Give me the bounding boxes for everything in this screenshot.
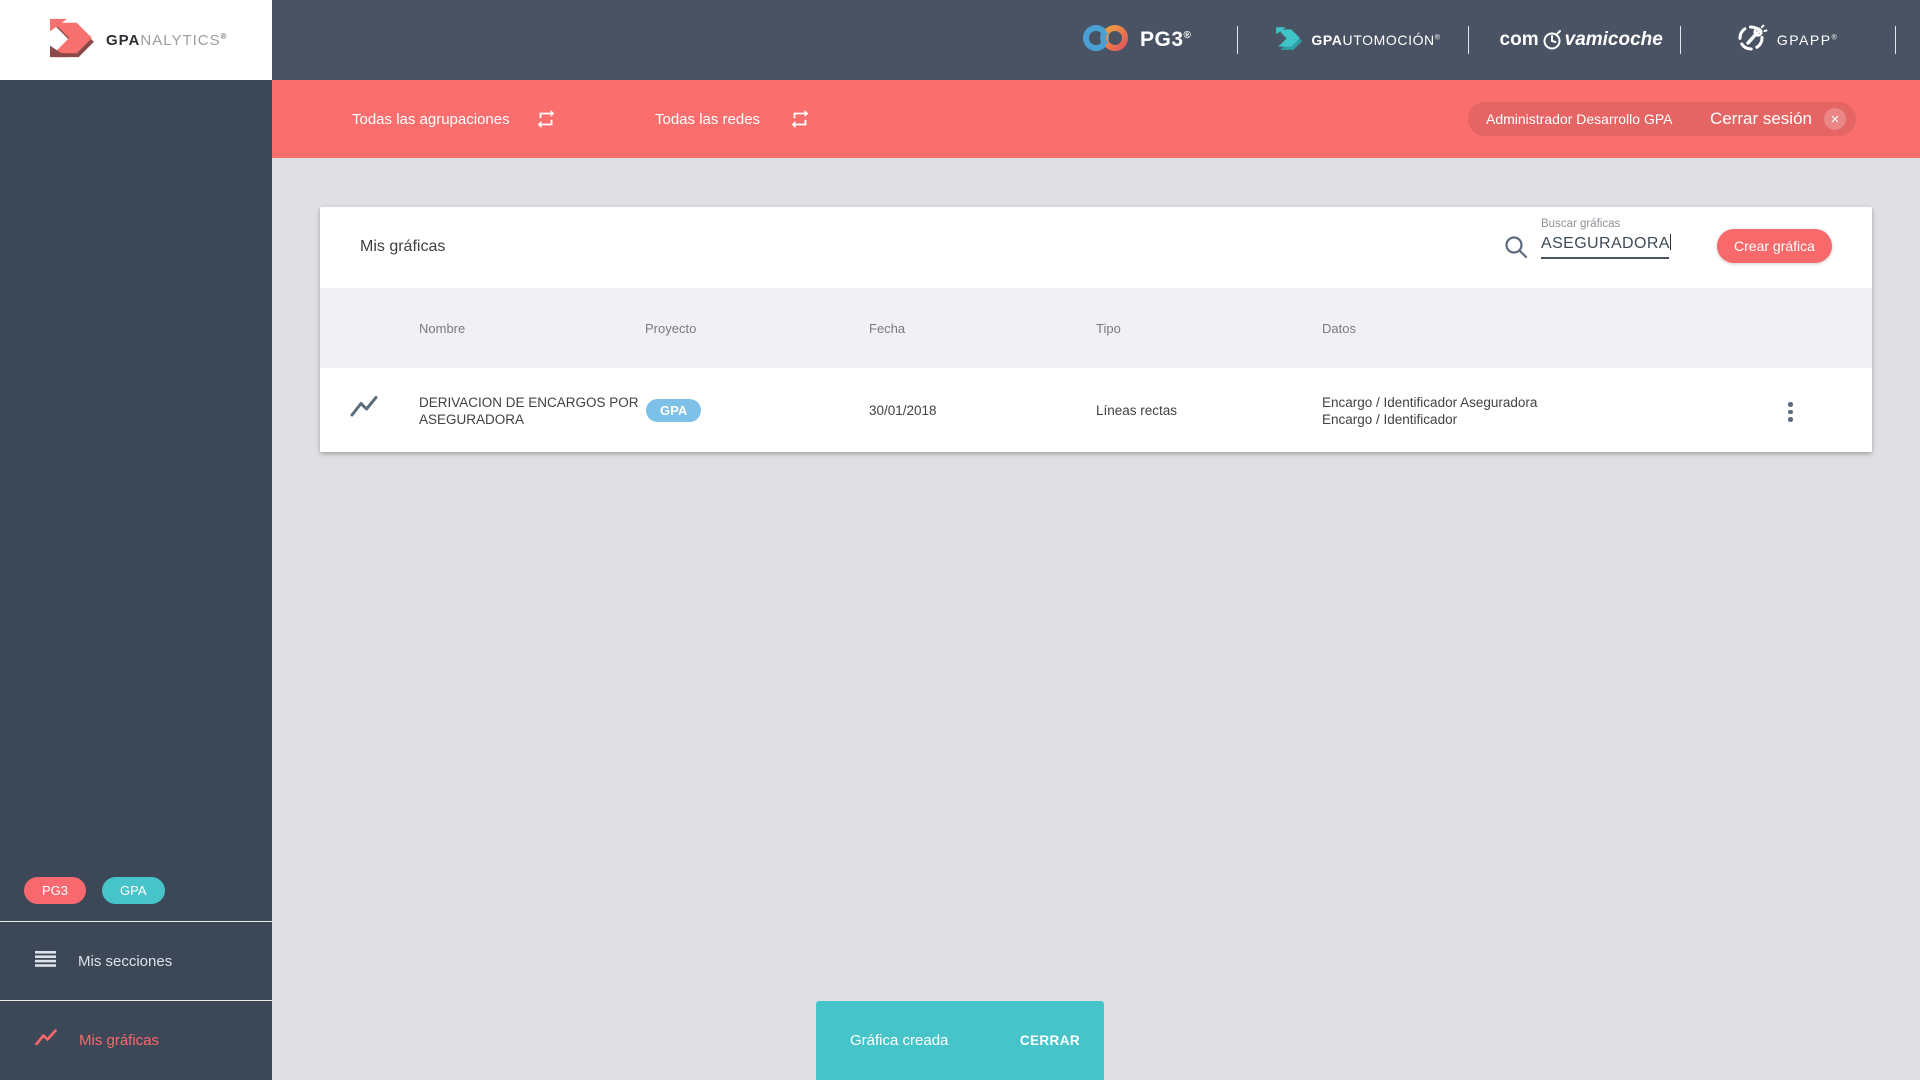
pg3-label: PG3	[1140, 28, 1184, 51]
line-chart-icon	[350, 395, 378, 424]
sidebar-item-graficas[interactable]: Mis gráficas	[0, 1001, 272, 1080]
column-header-tipo[interactable]: Tipo	[1096, 321, 1121, 336]
comvamicoche-suffix: vamicoche	[1564, 29, 1663, 50]
networks-selector[interactable]: Todas las redes	[655, 80, 760, 158]
text-caret	[1669, 234, 1672, 250]
wrench-circle-icon	[1736, 22, 1768, 59]
column-header-nombre[interactable]: Nombre	[419, 321, 465, 336]
sidebar-badges: PG3 GPA	[24, 877, 165, 904]
groupings-selector[interactable]: Todas las agrupaciones	[352, 80, 510, 158]
cell-tipo: Líneas rectas	[1096, 403, 1178, 418]
project-badge: GPA	[646, 399, 702, 422]
column-header-proyecto[interactable]: Proyecto	[645, 321, 696, 336]
comvamicoche-logo: com vamicoche	[1500, 29, 1663, 51]
gpapp-logo: GPAPP®	[1736, 22, 1838, 59]
graphs-card: Mis gráficas Buscar gráficas ASEGURADORA…	[320, 207, 1872, 452]
column-header-datos[interactable]: Datos	[1322, 321, 1356, 336]
logout-button[interactable]: Cerrar sesión	[1710, 109, 1812, 129]
user-session-pill: Administrador Desarrollo GPA Cerrar sesi…	[1468, 102, 1856, 136]
brand-strip: PG3® GPAUTOMOCIÓN® com vamicoche GPAPP®	[1082, 0, 1920, 80]
toast-notification: Gráfica creada CERRAR	[816, 1001, 1104, 1080]
menu-list-icon	[35, 951, 56, 972]
header-divider	[1679, 26, 1681, 54]
search-icon[interactable]	[1503, 234, 1529, 265]
table-row[interactable]: DERIVACION DE ENCARGOS POR ASEGURADORA G…	[320, 368, 1872, 452]
gpapp-label: GPAPP	[1776, 32, 1832, 48]
sidebar-item-secciones[interactable]: Mis secciones	[0, 922, 272, 1001]
search-field-label: Buscar gráficas	[1541, 218, 1621, 230]
comvamicoche-prefix: com	[1499, 29, 1539, 50]
header-divider	[1467, 26, 1469, 54]
search-input[interactable]: ASEGURADORA	[1541, 234, 1672, 259]
pg3-logo: PG3®	[1082, 23, 1191, 58]
cell-nombre: DERIVACION DE ENCARGOS POR ASEGURADORA	[419, 395, 639, 427]
toast-close-button[interactable]: CERRAR	[1010, 1027, 1090, 1054]
gpautomocion-arrow-icon	[1274, 25, 1303, 56]
column-header-fecha[interactable]: Fecha	[869, 321, 905, 336]
pg3-infinity-icon	[1082, 23, 1130, 58]
pg3-badge: PG3	[24, 877, 87, 904]
search-field: Buscar gráficas ASEGURADORA	[1541, 218, 1672, 259]
gpautomocion-logo: GPAUTOMOCIÓN®	[1274, 25, 1440, 56]
top-header: PG3® GPAUTOMOCIÓN® com vamicoche GPAPP® …	[0, 0, 1920, 80]
gpanalytics-arrow-icon	[46, 17, 96, 64]
clock-icon	[1541, 29, 1563, 51]
logout-x-icon[interactable]: ✕	[1824, 108, 1846, 130]
swap-networks-icon[interactable]	[789, 108, 811, 135]
filter-bar: Todas las agrupaciones Todas las redes A…	[272, 80, 1920, 158]
toast-message: Gráfica creada	[850, 1032, 949, 1049]
header-divider	[1237, 26, 1239, 54]
table-header: Nombre Proyecto Fecha Tipo Datos	[320, 288, 1872, 368]
header-divider	[1895, 26, 1897, 54]
page-title: Mis gráficas	[360, 238, 446, 255]
app-logo: GPANALYTICS®	[0, 0, 272, 80]
line-chart-icon	[35, 1029, 57, 1052]
sidebar: PG3 GPA Mis secciones Mis gráficas	[0, 80, 272, 1080]
cell-fecha: 30/01/2018	[869, 403, 937, 418]
create-graph-button[interactable]: Crear gráfica	[1717, 229, 1832, 263]
row-menu-kebab-icon[interactable]	[1784, 398, 1797, 426]
gpa-badge: GPA	[102, 877, 165, 904]
swap-groupings-icon[interactable]	[535, 108, 557, 135]
cell-datos: Encargo / Identificador Aseguradora Enca…	[1322, 395, 1538, 427]
sidebar-item-label: Mis secciones	[78, 953, 173, 970]
sidebar-item-label: Mis gráficas	[79, 1032, 160, 1049]
user-name: Administrador Desarrollo GPA	[1486, 111, 1673, 127]
